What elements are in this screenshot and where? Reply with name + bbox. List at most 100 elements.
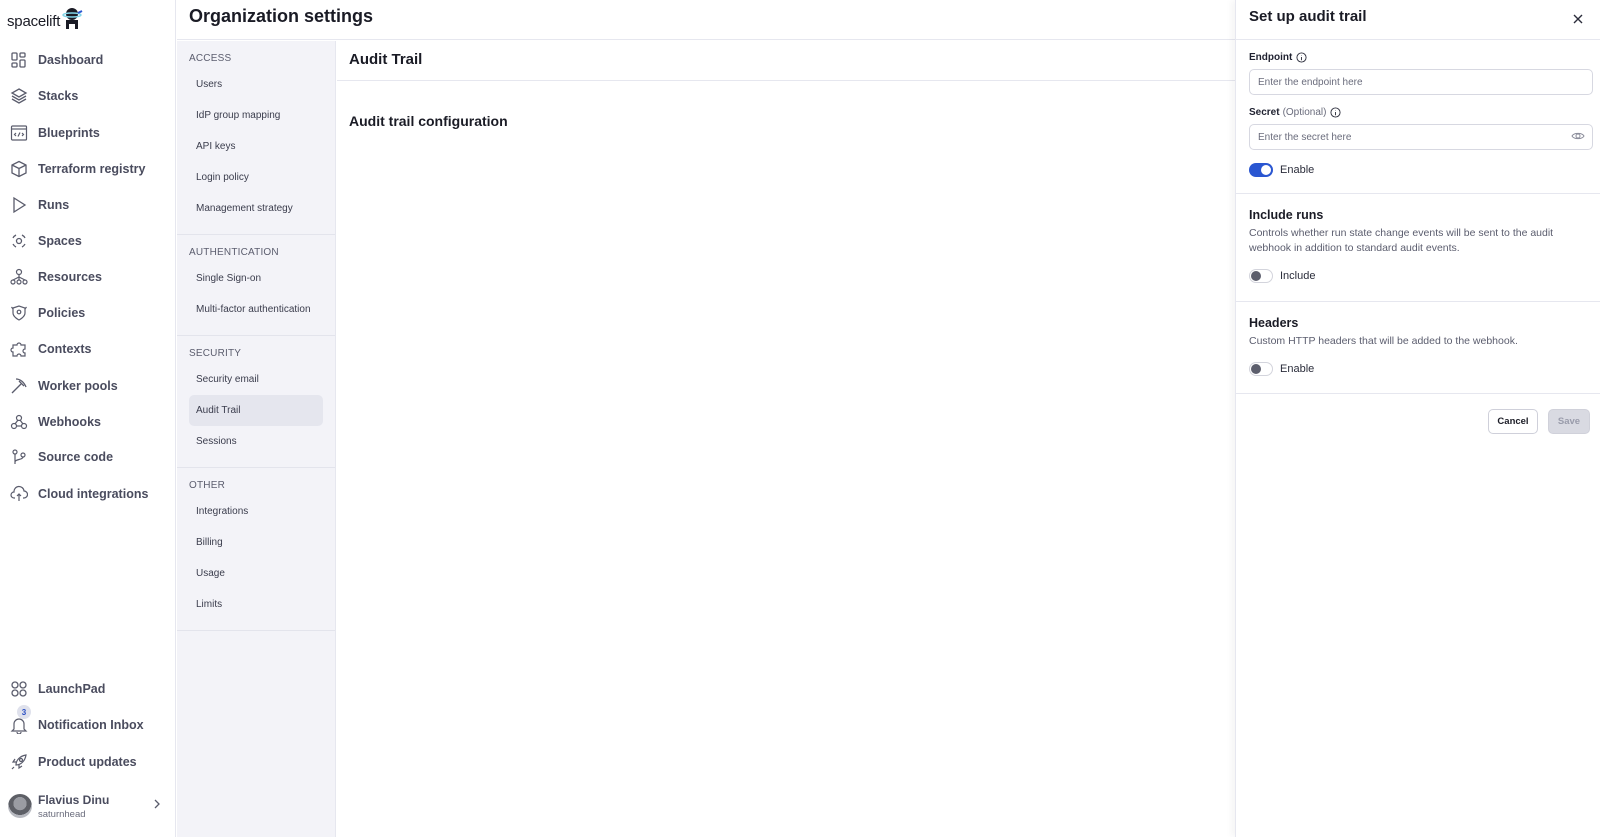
nav-item-label: Webhooks — [38, 415, 101, 429]
audit-trail-drawer: Set up audit trail Endpoint Secret (Opti… — [1235, 0, 1600, 837]
nav-item-product-updates[interactable]: Product updates — [0, 747, 176, 777]
eye-icon[interactable] — [1571, 131, 1585, 141]
cube-icon — [9, 159, 29, 179]
nav-item-cloud-integrations[interactable]: Cloud integrations — [0, 479, 176, 509]
close-icon[interactable] — [1570, 11, 1586, 27]
group-title: ACCESS — [189, 53, 232, 64]
nav-item-dashboard[interactable]: Dashboard — [0, 45, 176, 75]
main-nav: spacelift Dashboard Stacks Blueprints Te… — [0, 0, 176, 837]
nav-item-terraform-registry[interactable]: Terraform registry — [0, 154, 176, 184]
content-header: Audit Trail — [337, 41, 1237, 81]
subnav-group-authentication: AUTHENTICATION Single Sign-on Multi-fact… — [177, 235, 335, 336]
subnav-item-usage[interactable]: Usage — [189, 558, 323, 589]
subnav-item-audit-trail[interactable]: Audit Trail — [189, 395, 323, 426]
info-icon[interactable] — [1296, 52, 1307, 63]
secret-label: Secret (Optional) — [1249, 107, 1587, 118]
main-content: Audit Trail Audit trail configuration — [337, 41, 1237, 837]
drawer-header: Set up audit trail — [1236, 0, 1600, 40]
nav-item-label: Policies — [38, 306, 86, 320]
nav-item-label: Worker pools — [38, 379, 118, 393]
nav-item-label: Product updates — [38, 755, 137, 769]
nav-item-policies[interactable]: Policies — [0, 298, 176, 328]
subnav-group-security: SECURITY Security email Audit Trail Sess… — [177, 336, 335, 468]
include-runs-title: Include runs — [1249, 208, 1324, 222]
headers-description: Custom HTTP headers that will be added t… — [1249, 335, 1518, 347]
subnav-item-login-policy[interactable]: Login policy — [189, 162, 323, 193]
info-icon[interactable] — [1330, 107, 1342, 118]
group-title: OTHER — [189, 480, 225, 491]
group-title: AUTHENTICATION — [189, 247, 279, 258]
user-name: Flavius Dinu — [38, 792, 110, 807]
app: spacelift Dashboard Stacks Blueprints Te… — [0, 0, 1600, 837]
cancel-button[interactable]: Cancel — [1488, 409, 1538, 434]
subnav-item-users[interactable]: Users — [189, 69, 323, 100]
headers-section: Headers Custom HTTP headers that will be… — [1236, 302, 1600, 394]
nav-item-label: Resources — [38, 270, 102, 284]
avatar — [8, 794, 32, 818]
page-header: Organization settings — [177, 0, 1237, 40]
subnav-item-billing[interactable]: Billing — [189, 527, 323, 558]
subnav-group-access: ACCESS Users IdP group mapping API keys … — [177, 41, 335, 235]
headers-toggle-row: Enable — [1249, 362, 1587, 376]
drawer-title: Set up audit trail — [1249, 8, 1367, 25]
nav-item-label: Source code — [38, 450, 114, 464]
secret-label-text: Secret — [1249, 107, 1280, 118]
subnav-item-api-keys[interactable]: API keys — [189, 131, 323, 162]
include-runs-description: Controls whether run state change events… — [1249, 227, 1554, 254]
puzzle-icon — [9, 339, 29, 359]
endpoint-input[interactable] — [1249, 69, 1593, 95]
drawer-actions: Cancel Save — [1488, 409, 1590, 434]
group-title: SECURITY — [189, 348, 242, 359]
subnav-item-mfa[interactable]: Multi-factor authentication — [189, 294, 323, 325]
include-runs-label: Include — [1280, 270, 1316, 282]
nav-item-webhooks[interactable]: Webhooks — [0, 407, 176, 437]
subnav-item-limits[interactable]: Limits — [189, 589, 323, 620]
headers-title: Headers — [1249, 316, 1299, 330]
connection-section: Endpoint Secret (Optional) Enable — [1236, 40, 1600, 194]
cloud-upload-icon — [9, 484, 29, 504]
nav-item-blueprints[interactable]: Blueprints — [0, 118, 176, 148]
nav-item-label: Stacks — [38, 89, 79, 103]
resources-icon — [9, 267, 29, 287]
nav-item-source-code[interactable]: Source code — [0, 442, 176, 472]
bell-icon: 3 — [9, 705, 31, 735]
secret-input[interactable] — [1249, 124, 1593, 150]
content-title: Audit Trail — [349, 51, 423, 68]
save-button[interactable]: Save — [1548, 409, 1590, 434]
enable-label: Enable — [1280, 164, 1315, 176]
nav-item-runs[interactable]: Runs — [0, 190, 176, 220]
nav-item-label: Contexts — [38, 342, 92, 356]
nav-item-launchpad[interactable]: LaunchPad — [0, 674, 176, 704]
nav-item-stacks[interactable]: Stacks — [0, 81, 176, 111]
user-menu[interactable]: Flavius Dinu saturnhead — [0, 788, 176, 824]
play-icon — [9, 195, 29, 215]
blueprints-icon — [9, 123, 29, 143]
subnav-item-single-sign-on[interactable]: Single Sign-on — [189, 263, 323, 294]
chevron-right-icon — [154, 799, 160, 809]
subnav-item-sessions[interactable]: Sessions — [189, 426, 323, 457]
headers-enable-label: Enable — [1280, 363, 1315, 375]
nav-item-worker-pools[interactable]: Worker pools — [0, 371, 176, 401]
headers-toggle[interactable] — [1249, 362, 1273, 376]
nav-item-spaces[interactable]: Spaces — [0, 226, 176, 256]
stacks-icon — [9, 86, 29, 106]
enable-toggle-row: Enable — [1249, 163, 1587, 177]
rocket-icon — [9, 752, 29, 772]
nav-item-label: Blueprints — [38, 126, 100, 140]
section-title: Audit trail configuration — [349, 113, 508, 129]
subnav-item-idp-group-mapping[interactable]: IdP group mapping — [189, 100, 323, 131]
spacelift-logo[interactable]: spacelift — [7, 4, 83, 30]
nav-item-label: LaunchPad — [38, 682, 106, 696]
nav-item-label: Runs — [38, 198, 70, 212]
nav-item-contexts[interactable]: Contexts — [0, 334, 176, 364]
nav-item-resources[interactable]: Resources — [0, 262, 176, 292]
include-runs-toggle-row: Include — [1249, 269, 1587, 283]
subnav-item-integrations[interactable]: Integrations — [189, 496, 323, 527]
nav-item-notification-inbox[interactable]: 3 Notification Inbox — [0, 705, 176, 740]
enable-toggle[interactable] — [1249, 163, 1273, 177]
subnav-item-management-strategy[interactable]: Management strategy — [189, 193, 323, 224]
include-runs-toggle[interactable] — [1249, 269, 1273, 283]
nav-item-label: Notification Inbox — [38, 718, 144, 732]
subnav-item-security-email[interactable]: Security email — [189, 364, 323, 395]
logo-text: spacelift — [7, 13, 61, 30]
